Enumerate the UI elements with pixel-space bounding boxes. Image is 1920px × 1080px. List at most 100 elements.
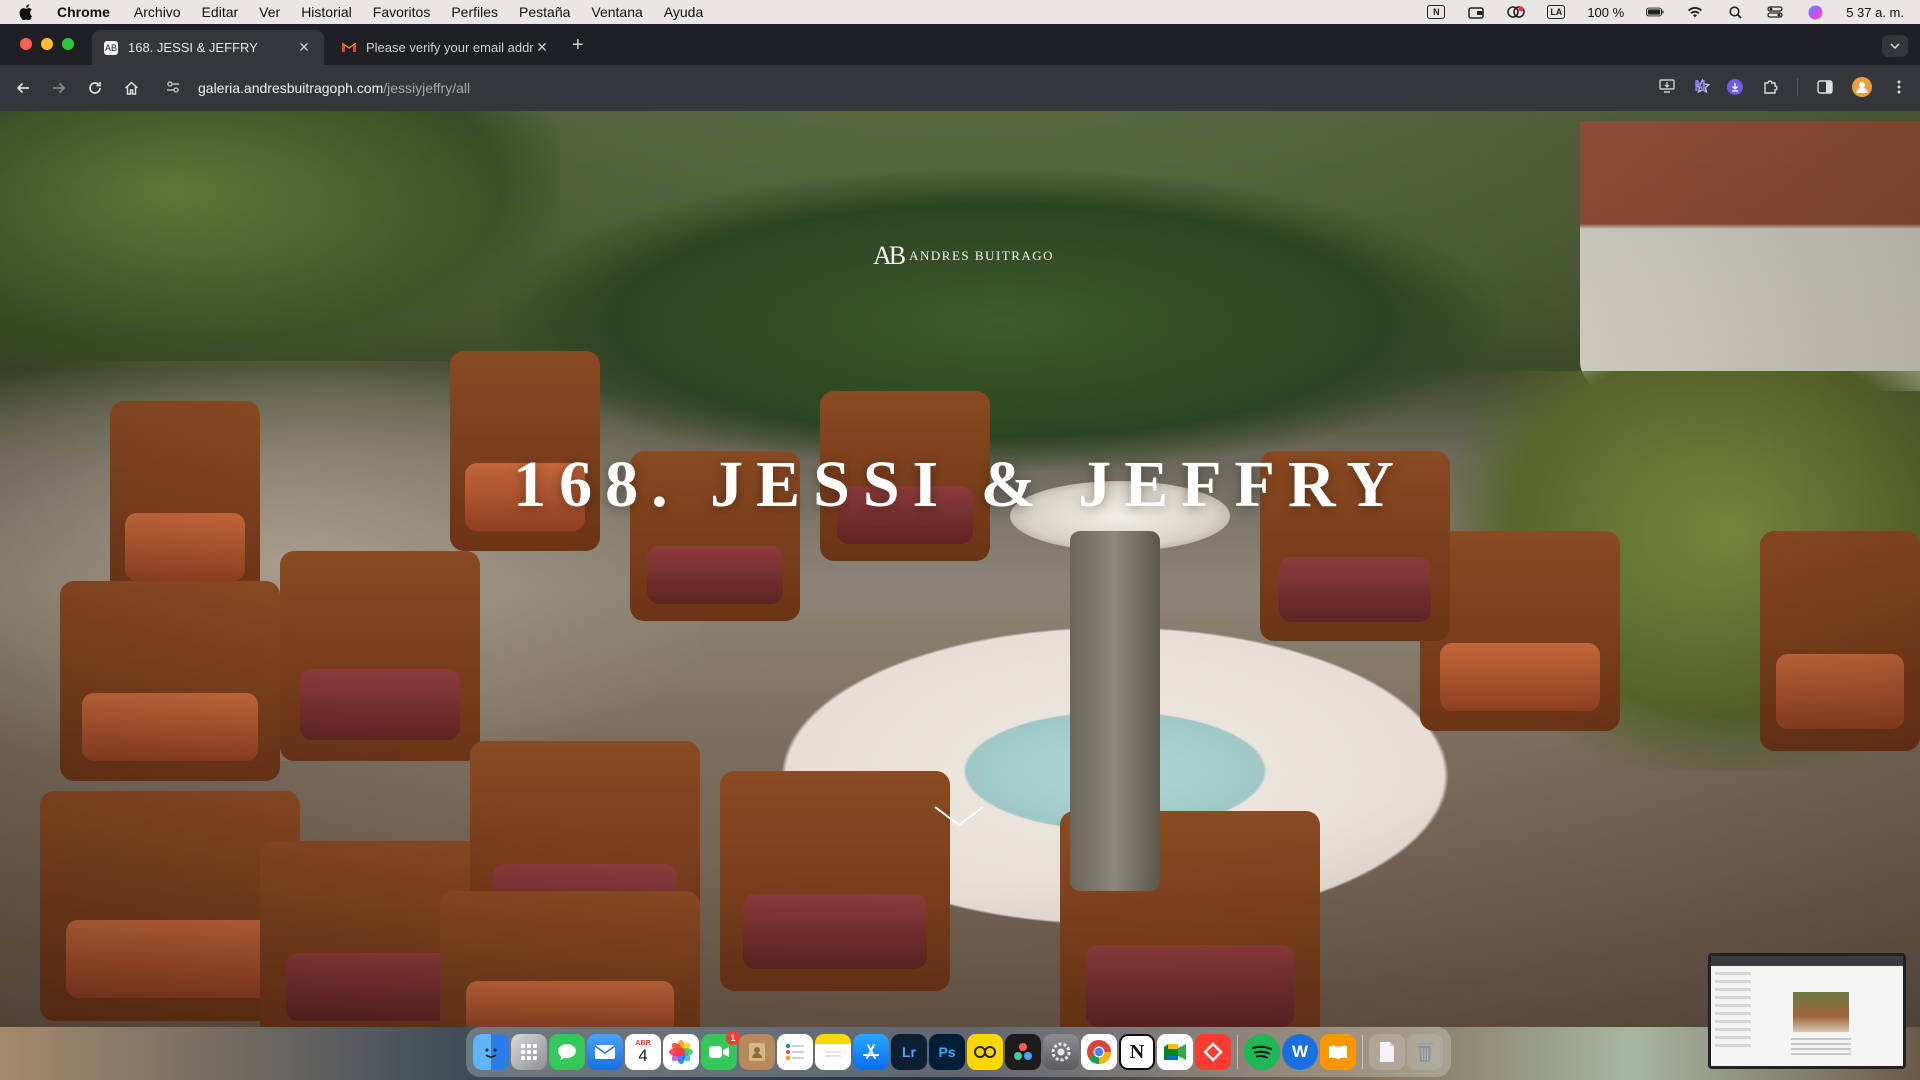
battery-percentage: 100 % <box>1587 4 1625 20</box>
wifi-icon[interactable] <box>1686 5 1704 19</box>
hero-photo-foliage-left <box>0 111 560 371</box>
macos-menu-bar: Chrome Archivo Editar Ver Historial Favo… <box>0 0 1920 24</box>
hero-photo-chair <box>260 841 520 1027</box>
tab-title: 168. JESSI & JEFFRY <box>128 40 258 55</box>
thumbnail-sidebar <box>1715 972 1751 1052</box>
mail-icon[interactable] <box>587 1034 623 1070</box>
thumbnail-photo <box>1793 992 1849 1032</box>
creative-cloud-icon[interactable] <box>1507 5 1526 19</box>
menu-pestana[interactable]: Pestaña <box>519 4 570 20</box>
brand-monogram: AB <box>873 241 906 270</box>
profile-avatar-icon[interactable] <box>1852 77 1872 97</box>
hero-photo-stone-ground <box>0 361 700 761</box>
notion-extension-icon[interactable]: N <box>1689 76 1711 98</box>
spotify-icon[interactable] <box>1244 1034 1280 1070</box>
address-bar[interactable]: galeria.andresbuitragoph.com/jessiyjeffr… <box>158 72 1718 104</box>
facetime-icon[interactable]: 1 <box>701 1031 740 1070</box>
menu-app-chrome[interactable]: Chrome <box>57 4 110 20</box>
forward-arrow-icon[interactable] <box>44 73 74 103</box>
downloads-stack-icon[interactable] <box>1369 1034 1405 1070</box>
thumbnail-text-lines <box>1791 1038 1851 1058</box>
hero-photo-chair <box>280 551 480 761</box>
hero-photo-chair <box>1060 811 1320 1027</box>
battery-icon[interactable] <box>1646 5 1664 19</box>
spotlight-search-icon[interactable] <box>1726 5 1744 19</box>
chrome-window: AB 168. JESSI & JEFFRY ✕ Please verify y… <box>0 24 1920 1027</box>
siri-icon[interactable] <box>1806 5 1824 19</box>
tab-verify-email[interactable]: Please verify your email address ✕ <box>330 30 562 65</box>
keyboard-layout-indicator[interactable]: LA <box>1547 5 1566 19</box>
menu-perfiles[interactable]: Perfiles <box>451 4 498 20</box>
trash-icon[interactable] <box>1407 1034 1443 1070</box>
messages-icon[interactable] <box>549 1034 585 1070</box>
downloader-extension-icon[interactable] <box>1727 79 1743 95</box>
sound-app-icon[interactable] <box>967 1034 1003 1070</box>
facetime-notification-badge: 1 <box>726 1031 740 1045</box>
tab-jessi-jeffry[interactable]: AB 168. JESSI & JEFFRY ✕ <box>92 30 324 65</box>
tab-close-icon[interactable]: ✕ <box>534 39 550 56</box>
hero-photo-chair <box>1420 531 1620 731</box>
menu-archivo[interactable]: Archivo <box>134 4 181 20</box>
calendar-icon[interactable]: ABR 4 <box>625 1034 661 1070</box>
new-tab-button[interactable]: + <box>572 35 584 55</box>
brand-name: ANDRES BUITRAGO <box>909 248 1055 263</box>
menu-ayuda[interactable]: Ayuda <box>664 4 703 20</box>
menu-favoritos[interactable]: Favoritos <box>373 4 431 20</box>
launchpad-icon[interactable] <box>511 1034 547 1070</box>
extensions-puzzle-icon[interactable] <box>1759 76 1781 98</box>
lightroom-icon[interactable]: Lr <box>891 1034 927 1070</box>
window-controls <box>20 38 74 50</box>
chrome-icon[interactable] <box>1081 1034 1117 1070</box>
url-host: galeria.andresbuitragoph.com <box>198 80 384 96</box>
hero-photo-house <box>1580 121 1920 391</box>
books-icon[interactable] <box>1320 1034 1356 1070</box>
wallet-status-icon[interactable] <box>1467 5 1485 19</box>
google-meet-icon[interactable] <box>1157 1034 1193 1070</box>
notes-icon[interactable] <box>815 1034 851 1070</box>
extensions-area: N <box>1689 76 1910 98</box>
notion-status-icon[interactable]: N <box>1427 5 1446 19</box>
tab-close-icon[interactable]: ✕ <box>296 39 312 56</box>
finder-icon[interactable] <box>473 1034 509 1070</box>
home-icon[interactable] <box>116 73 146 103</box>
menu-historial[interactable]: Historial <box>301 4 352 20</box>
notion-icon[interactable]: N <box>1119 1034 1155 1070</box>
photos-icon[interactable] <box>663 1034 699 1070</box>
dock-separator <box>1237 1035 1238 1069</box>
thumbnail-browser-bar <box>1711 956 1903 966</box>
dock-separator <box>1362 1035 1363 1069</box>
system-settings-icon[interactable] <box>1043 1034 1079 1070</box>
menu-editar[interactable]: Editar <box>202 4 239 20</box>
contacts-icon[interactable] <box>739 1034 775 1070</box>
app-store-icon[interactable] <box>853 1034 889 1070</box>
hero-photo-chair <box>440 891 700 1027</box>
reminders-icon[interactable] <box>777 1034 813 1070</box>
control-center-icon[interactable] <box>1766 5 1784 19</box>
photoshop-icon[interactable]: Ps <box>929 1034 965 1070</box>
screenshot-preview-thumbnail[interactable] <box>1708 953 1906 1069</box>
reload-icon[interactable] <box>80 73 110 103</box>
menubar-clock[interactable]: 5 37 a. m. <box>1846 5 1904 20</box>
apple-logo-icon[interactable] <box>19 4 41 20</box>
install-app-icon[interactable] <box>1659 79 1675 97</box>
anydesk-icon[interactable] <box>1195 1034 1231 1070</box>
tab-search-chevron-icon[interactable] <box>1882 35 1908 57</box>
word-app-icon[interactable]: W <box>1282 1034 1318 1070</box>
menu-ver[interactable]: Ver <box>259 4 280 20</box>
menubar-status-area: N LA 100 % 5 37 a. m. <box>1427 0 1904 24</box>
tab-strip: AB 168. JESSI & JEFFRY ✕ Please verify y… <box>0 24 1920 65</box>
davinci-resolve-icon[interactable] <box>1005 1034 1041 1070</box>
site-settings-icon[interactable] <box>166 80 184 96</box>
minimize-window-button[interactable] <box>41 38 53 50</box>
back-arrow-icon[interactable] <box>8 73 38 103</box>
hero-photo-chair <box>40 791 300 1021</box>
chrome-menu-kebab-icon[interactable] <box>1888 76 1910 98</box>
andres-buitrago-logo[interactable]: AB ANDRES BUITRAGO <box>873 241 1054 271</box>
gallery-title: 168. JESSI & JEFFRY <box>513 448 1407 521</box>
menu-ventana[interactable]: Ventana <box>591 4 642 20</box>
close-window-button[interactable] <box>20 38 32 50</box>
scroll-down-chevron-icon[interactable] <box>933 803 985 829</box>
toolbar-divider <box>1797 78 1798 96</box>
side-panel-icon[interactable] <box>1814 76 1836 98</box>
zoom-window-button[interactable] <box>62 38 74 50</box>
